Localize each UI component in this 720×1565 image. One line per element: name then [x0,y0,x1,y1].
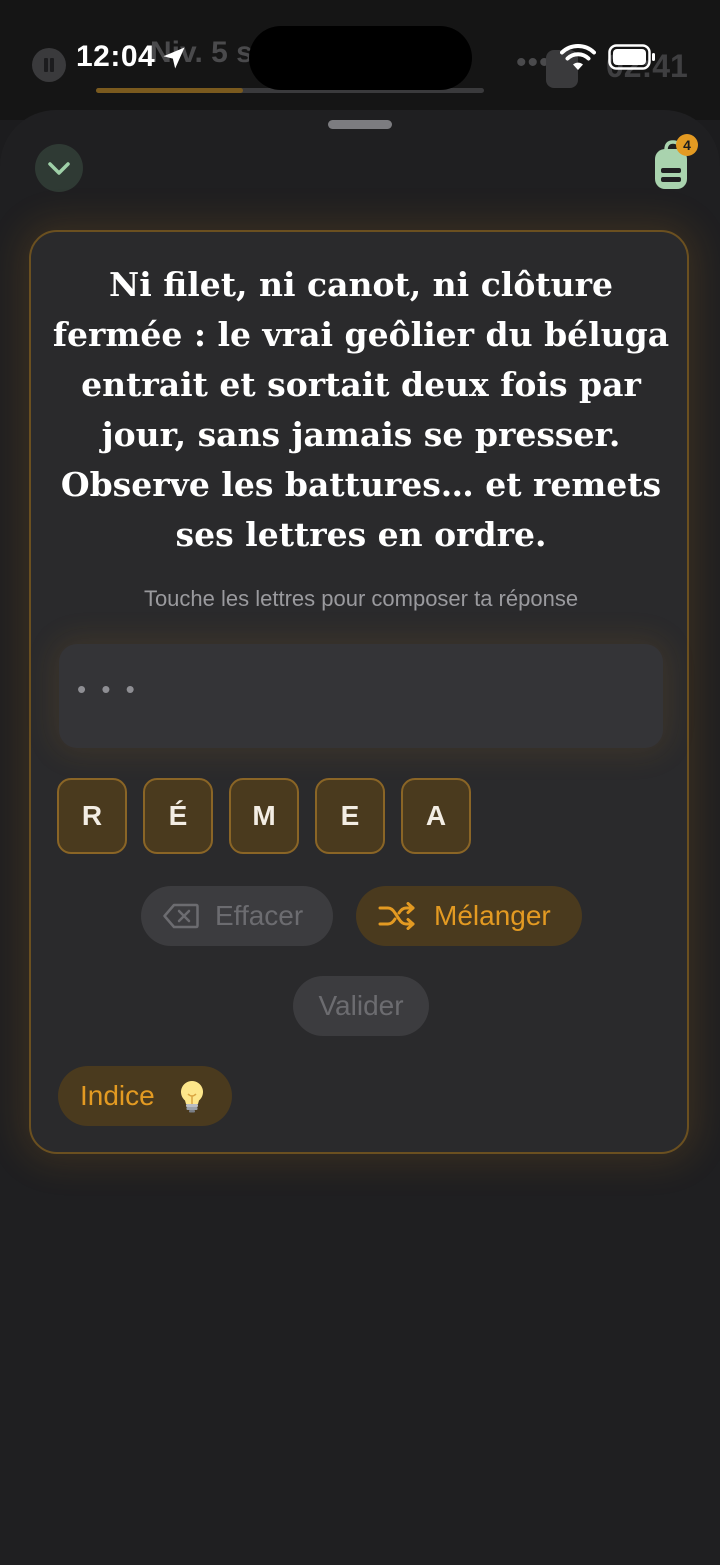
pause-button [32,48,66,82]
instruction-text: Touche les lettres pour composer ta répo… [143,586,579,611]
puzzle-card: Ni filet, ni canot, ni clôture fermée : … [29,230,689,1154]
letter-tile[interactable]: A [401,778,471,854]
app-screen: Niv. 5 su ••• 02:41 12:04 4 Ni filet, ni… [0,0,720,1565]
answer-field[interactable]: • • • [59,644,663,748]
collapse-button[interactable] [35,144,83,192]
shuffle-icon [378,902,415,930]
battery-icon [608,44,655,70]
letter-tile[interactable]: É [143,778,213,854]
shuffle-button[interactable]: Mélanger [356,886,582,946]
status-time: 12:04 [76,40,156,73]
erase-label: Effacer [215,900,304,931]
validate-button[interactable]: Valider [293,976,429,1036]
backspace-icon [163,903,199,929]
answer-placeholder: • • • [77,674,139,704]
erase-button[interactable]: Effacer [141,886,333,946]
shuffle-label: Mélanger [434,900,551,931]
riddle-text: Ni filet, ni canot, ni clôture fermée : … [52,265,670,554]
sheet-grabber[interactable] [328,120,392,129]
letter-tile[interactable]: M [229,778,299,854]
lightbulb-icon [180,1081,204,1113]
background-progress-fill [96,88,244,93]
letter-tile[interactable]: R [57,778,127,854]
dynamic-island [249,26,472,90]
location-arrow-icon [163,47,185,69]
wifi-icon [560,44,596,70]
letter-tile[interactable]: E [315,778,385,854]
inventory-count-badge: 4 [676,134,698,156]
hint-button[interactable]: Indice [58,1066,232,1126]
chevron-down-icon [48,162,70,175]
hint-label: Indice [80,1080,155,1111]
